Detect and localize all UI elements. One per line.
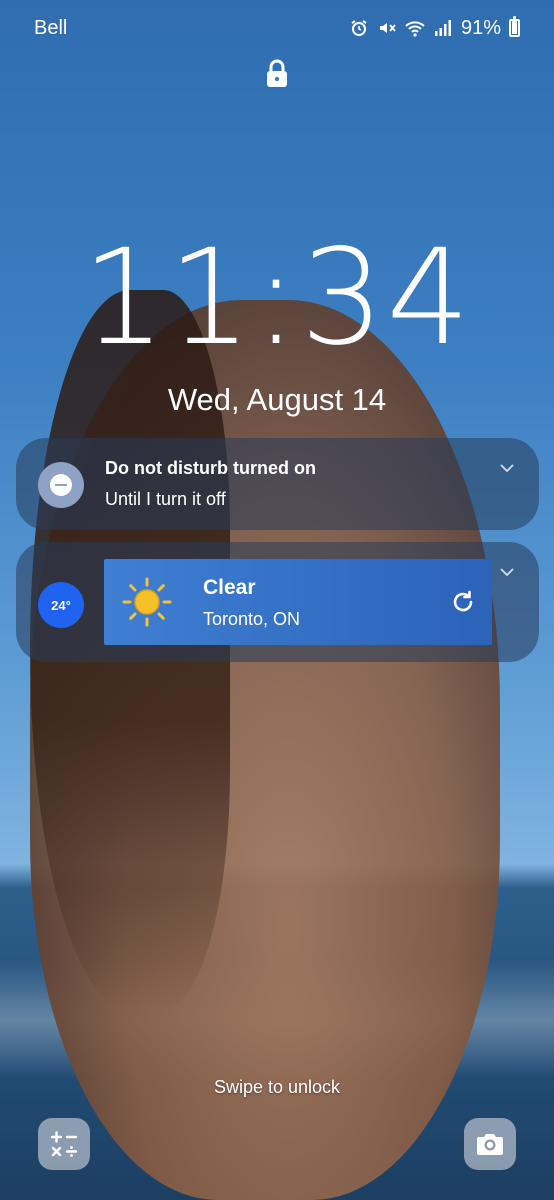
dnd-icon — [38, 462, 84, 508]
camera-shortcut[interactable] — [464, 1118, 516, 1170]
weather-location: Toronto, ON — [203, 609, 301, 629]
status-bar: Bell 91% — [0, 0, 554, 56]
chevron-down-icon[interactable] — [499, 564, 515, 580]
carrier-label: Bell — [34, 16, 68, 39]
camera-icon — [477, 1134, 503, 1155]
weather-notification[interactable]: 24° Clear Toronto, ON — [16, 542, 539, 662]
dnd-subtitle: Until I turn it off — [105, 489, 226, 509]
dnd-title: Do not disturb turned on — [105, 458, 316, 478]
refresh-icon[interactable] — [450, 589, 476, 615]
battery-percent: 91% — [460, 16, 501, 39]
swipe-hint: Swipe to unlock — [213, 1077, 341, 1097]
dnd-notification[interactable]: Do not disturb turned on Until I turn it… — [16, 438, 539, 530]
weather-condition: Clear — [203, 576, 256, 599]
signal-icon — [433, 18, 453, 38]
weather-card[interactable]: Clear Toronto, ON — [104, 559, 492, 645]
alarm-icon — [349, 18, 369, 38]
calculator-icon — [50, 1131, 78, 1157]
lock-icon — [267, 59, 287, 87]
mute-icon — [377, 18, 397, 38]
temperature-badge: 24° — [38, 582, 84, 628]
calculator-shortcut[interactable] — [38, 1118, 90, 1170]
wifi-icon — [405, 18, 425, 38]
battery-icon — [509, 16, 520, 37]
chevron-down-icon[interactable] — [499, 460, 515, 476]
sun-icon — [122, 577, 172, 627]
lock-date: Wed, August 14 — [167, 382, 387, 417]
status-icons: 91% — [349, 16, 520, 40]
lock-clock: 11:34 — [81, 221, 473, 375]
